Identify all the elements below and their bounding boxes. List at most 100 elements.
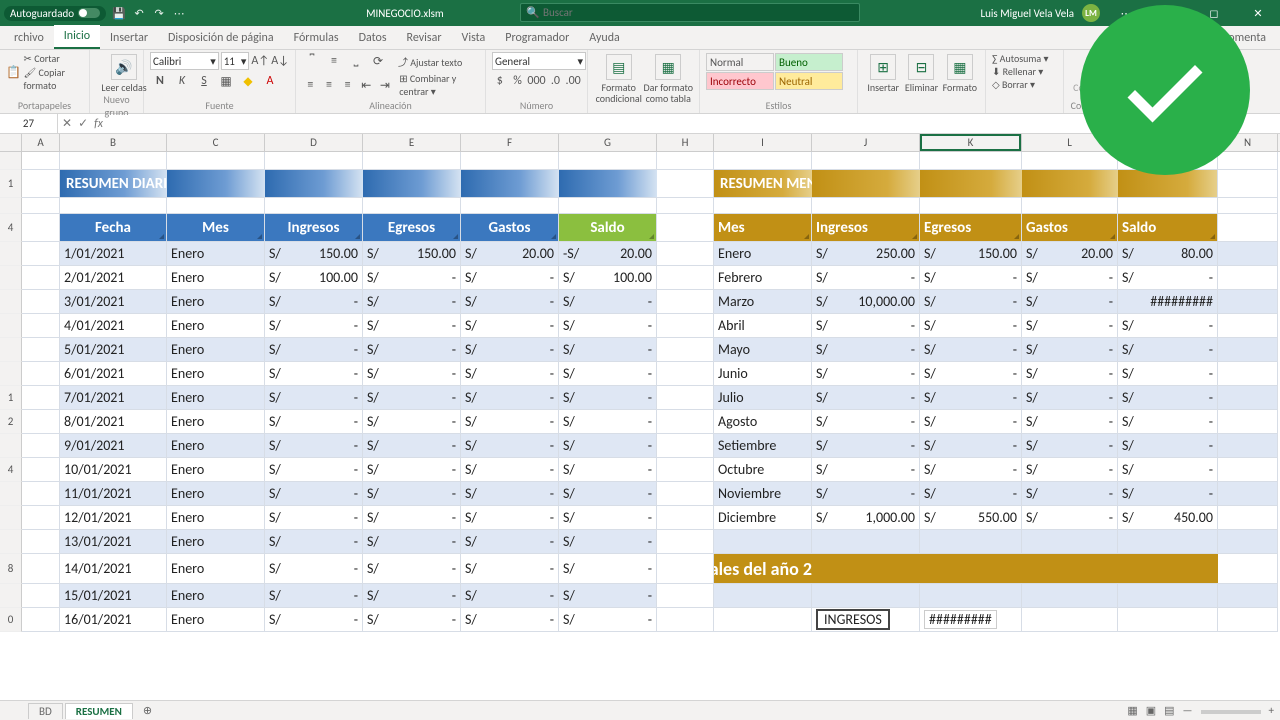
cell[interactable]: S/- bbox=[920, 266, 1022, 290]
cut-button[interactable]: ✂ Cortar bbox=[24, 52, 83, 65]
cell[interactable]: S/- bbox=[559, 386, 657, 410]
styles-gallery[interactable]: NormalBueno IncorrectoNeutral bbox=[706, 53, 851, 90]
col-header-F[interactable]: F bbox=[461, 134, 559, 151]
copy-format-button[interactable]: 🖌 Copiar formato bbox=[24, 66, 83, 92]
cell[interactable]: S/- bbox=[1118, 434, 1218, 458]
tab-disposicion[interactable]: Disposición de página bbox=[158, 27, 284, 49]
percent-icon[interactable]: % bbox=[510, 72, 526, 90]
cell[interactable] bbox=[1022, 198, 1118, 214]
cell[interactable]: Junio bbox=[714, 362, 812, 386]
align-mid-icon[interactable]: ≡ bbox=[324, 52, 344, 70]
cell[interactable]: INGRESOS bbox=[812, 608, 920, 632]
cell[interactable] bbox=[22, 170, 60, 198]
cell[interactable] bbox=[559, 170, 657, 198]
cell[interactable]: RESUMEN MENSUAL bbox=[714, 170, 812, 198]
insert-button[interactable]: ⊞Insertar bbox=[864, 52, 902, 113]
row-header[interactable]: 8 bbox=[0, 554, 22, 584]
cell[interactable]: S/- bbox=[812, 386, 920, 410]
table-header[interactable]: Egresos bbox=[363, 214, 461, 242]
cell[interactable] bbox=[265, 170, 363, 198]
increase-font-icon[interactable]: A↑ bbox=[251, 52, 269, 70]
cell[interactable]: S/- bbox=[265, 314, 363, 338]
cell[interactable]: S/- bbox=[559, 506, 657, 530]
cell[interactable]: S/150.00 bbox=[265, 242, 363, 266]
orient-icon[interactable]: ⟳ bbox=[368, 52, 388, 70]
cell[interactable] bbox=[1218, 458, 1278, 482]
cell[interactable] bbox=[714, 584, 812, 608]
cell[interactable]: S/- bbox=[559, 482, 657, 506]
cell[interactable]: S/- bbox=[265, 458, 363, 482]
conditional-format-button[interactable]: ▤Formato condicional bbox=[594, 52, 644, 113]
col-header-J[interactable]: J bbox=[812, 134, 920, 151]
row-header[interactable] bbox=[0, 152, 22, 170]
cell[interactable]: S/- bbox=[1022, 314, 1118, 338]
col-header-E[interactable]: E bbox=[363, 134, 461, 151]
cell[interactable] bbox=[22, 386, 60, 410]
cell[interactable] bbox=[714, 530, 812, 554]
paste-icon[interactable]: 📋 bbox=[6, 63, 22, 81]
sheet-bd[interactable]: BD bbox=[28, 703, 63, 719]
cell[interactable]: Enero bbox=[167, 584, 265, 608]
cell[interactable]: S/- bbox=[461, 506, 559, 530]
inc-dec-icon[interactable]: .0 bbox=[548, 72, 564, 90]
cell[interactable]: S/- bbox=[812, 458, 920, 482]
cell[interactable] bbox=[657, 434, 714, 458]
indent-icon[interactable]: ⇥ bbox=[377, 76, 394, 94]
table-header[interactable]: Ingresos bbox=[265, 214, 363, 242]
cell[interactable]: S/100.00 bbox=[559, 266, 657, 290]
cell[interactable]: S/- bbox=[1118, 458, 1218, 482]
cell[interactable]: S/20.00 bbox=[1022, 242, 1118, 266]
cell[interactable]: S/- bbox=[812, 410, 920, 434]
cell[interactable]: S/- bbox=[1022, 386, 1118, 410]
cell[interactable] bbox=[1218, 198, 1278, 214]
tab-revisar[interactable]: Revisar bbox=[397, 27, 452, 49]
cell[interactable]: Agosto bbox=[714, 410, 812, 434]
cell[interactable]: 2/01/2021 bbox=[60, 266, 167, 290]
style-neutral[interactable]: Neutral bbox=[775, 72, 843, 90]
cell[interactable] bbox=[1022, 554, 1118, 584]
cell[interactable]: 7/01/2021 bbox=[60, 386, 167, 410]
cell[interactable]: S/- bbox=[363, 338, 461, 362]
cell[interactable]: S/- bbox=[461, 434, 559, 458]
style-bueno[interactable]: Bueno bbox=[775, 53, 843, 71]
cell[interactable] bbox=[657, 242, 714, 266]
cell[interactable]: S/- bbox=[363, 290, 461, 314]
cell[interactable] bbox=[1218, 152, 1278, 170]
cell[interactable] bbox=[1218, 362, 1278, 386]
cell[interactable] bbox=[657, 266, 714, 290]
row-header[interactable] bbox=[0, 482, 22, 506]
new-sheet-icon[interactable]: ⊕ bbox=[135, 704, 160, 717]
cell[interactable]: 1/01/2021 bbox=[60, 242, 167, 266]
cell[interactable]: S/- bbox=[265, 608, 363, 632]
cell[interactable] bbox=[1218, 170, 1278, 198]
cell[interactable] bbox=[657, 338, 714, 362]
cell[interactable]: RESUMEN DIARIO bbox=[60, 170, 167, 198]
cell[interactable] bbox=[167, 170, 265, 198]
cell[interactable]: Diciembre bbox=[714, 506, 812, 530]
align-left-icon[interactable]: ≡ bbox=[302, 76, 319, 94]
cell[interactable]: S/- bbox=[812, 314, 920, 338]
cell[interactable]: Enero bbox=[167, 458, 265, 482]
cell[interactable]: S/- bbox=[265, 530, 363, 554]
cell[interactable]: S/- bbox=[812, 434, 920, 458]
cell[interactable]: S/- bbox=[461, 584, 559, 608]
cell[interactable]: Marzo bbox=[714, 290, 812, 314]
cell[interactable] bbox=[265, 152, 363, 170]
cell[interactable]: S/- bbox=[363, 506, 461, 530]
align-center-icon[interactable]: ≡ bbox=[321, 76, 338, 94]
cell[interactable]: 4/01/2021 bbox=[60, 314, 167, 338]
tab-ayuda[interactable]: Ayuda bbox=[579, 27, 630, 49]
cell[interactable] bbox=[22, 506, 60, 530]
fill-color-icon[interactable]: ◆ bbox=[238, 72, 258, 90]
cell[interactable] bbox=[657, 386, 714, 410]
cell[interactable] bbox=[1118, 608, 1218, 632]
cell[interactable] bbox=[1022, 530, 1118, 554]
cell[interactable] bbox=[22, 434, 60, 458]
cell[interactable]: S/- bbox=[559, 434, 657, 458]
cell[interactable]: S/- bbox=[1118, 362, 1218, 386]
cell[interactable]: S/450.00 bbox=[1118, 506, 1218, 530]
cell[interactable] bbox=[657, 170, 714, 198]
cell[interactable]: Enero bbox=[167, 362, 265, 386]
cell[interactable]: S/- bbox=[363, 434, 461, 458]
cell[interactable] bbox=[657, 198, 714, 214]
